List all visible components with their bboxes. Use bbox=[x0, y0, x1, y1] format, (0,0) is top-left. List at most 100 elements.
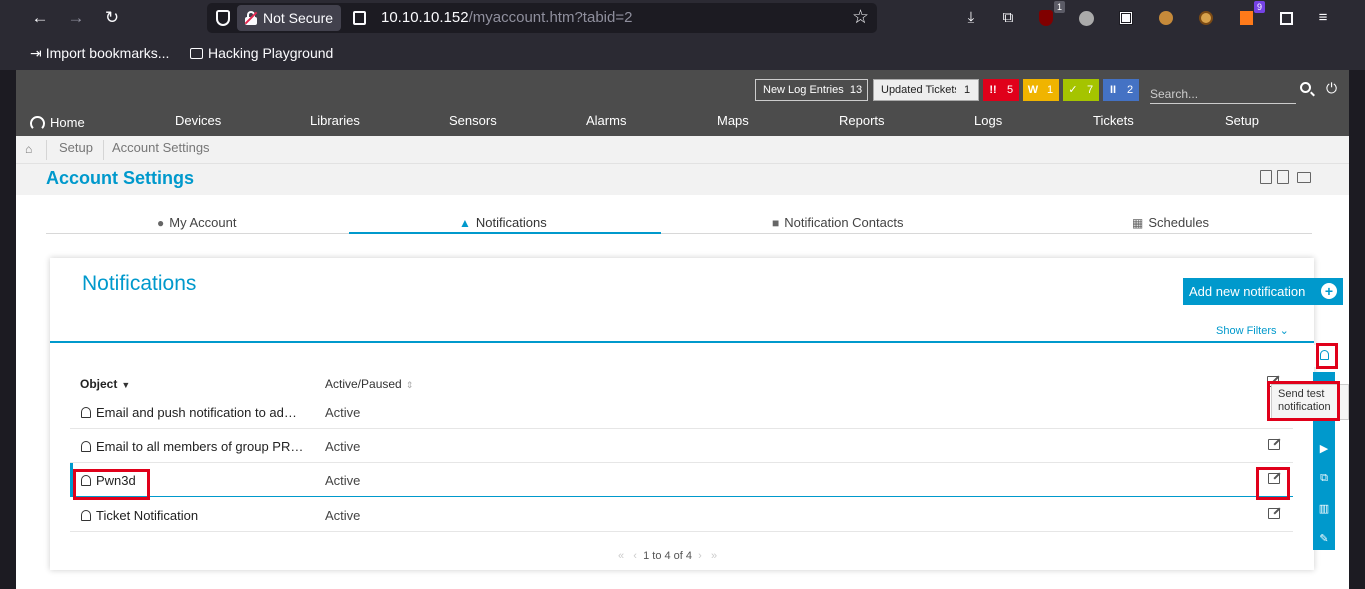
play-icon[interactable]: ▶ bbox=[1313, 442, 1335, 455]
menu-home[interactable]: Home bbox=[50, 115, 85, 130]
last-page-icon[interactable]: » bbox=[711, 550, 717, 562]
breadcrumb-setup[interactable]: Setup bbox=[59, 140, 93, 155]
status-down-badge[interactable]: !! 5 bbox=[983, 79, 1019, 101]
email-icon[interactable] bbox=[1297, 172, 1311, 183]
table-row[interactable]: Ticket Notification Active bbox=[70, 498, 1293, 532]
hamburger-menu-icon[interactable]: ≡ bbox=[1312, 7, 1334, 29]
breadcrumb: ⌂ Setup Account Settings bbox=[16, 136, 1349, 164]
add-new-notification-button[interactable]: Add new notification + bbox=[1183, 278, 1343, 305]
breadcrumb-divider bbox=[46, 140, 47, 160]
bell-icon bbox=[81, 407, 91, 418]
pdf-export-icon[interactable] bbox=[1277, 170, 1289, 184]
logout-power-icon[interactable]: ⏻ bbox=[1326, 80, 1337, 97]
tab-schedules[interactable]: ▦ Schedules bbox=[1132, 215, 1209, 230]
page-title: Account Settings bbox=[46, 168, 195, 188]
notification-status: Active bbox=[325, 405, 361, 420]
browser-toolbar: ← → ↻ Not Secure 10.10.10.152/myaccount.… bbox=[0, 0, 1365, 70]
bookmark-star-icon[interactable]: ☆ bbox=[852, 6, 869, 29]
reload-icon[interactable]: ↻ bbox=[100, 6, 124, 30]
sort-desc-icon: ▼ bbox=[121, 380, 131, 390]
edit-icon[interactable] bbox=[1268, 508, 1280, 519]
notification-name-text: Ticket Notification bbox=[96, 508, 199, 523]
back-icon[interactable]: ← bbox=[28, 6, 52, 30]
url-text[interactable]: 10.10.10.152/myaccount.htm?tabid=2 bbox=[381, 9, 632, 26]
status-up-badge[interactable]: ✓ 7 bbox=[1063, 79, 1099, 101]
cookie-icon[interactable] bbox=[1155, 7, 1177, 29]
bookmark-hacking-playground[interactable]: Hacking Playground bbox=[190, 45, 333, 61]
not-secure-indicator[interactable]: Not Secure bbox=[237, 5, 342, 31]
notification-status: Active bbox=[325, 473, 361, 488]
search-icon[interactable] bbox=[1300, 82, 1311, 93]
menu-libraries[interactable]: Libraries bbox=[310, 113, 360, 128]
foxyproxy-badge: 9 bbox=[1253, 1, 1265, 13]
table-row[interactable]: Pwn3d Active bbox=[70, 463, 1293, 497]
qr-code-icon[interactable] bbox=[1115, 7, 1137, 29]
bookmark-folder-label: Hacking Playground bbox=[208, 45, 334, 61]
tab-schedules-label: Schedules bbox=[1148, 215, 1210, 230]
new-log-entries-button[interactable]: New Log Entries 13 bbox=[755, 79, 868, 101]
menu-sensors[interactable]: Sensors bbox=[449, 113, 497, 128]
status-up-count: 7 bbox=[1086, 84, 1094, 96]
extensions-icon[interactable]: ⧉ bbox=[997, 7, 1019, 29]
menu-maps[interactable]: Maps bbox=[717, 113, 749, 128]
table-row[interactable]: Email to all members of group PR… Active bbox=[70, 429, 1293, 463]
prev-page-icon[interactable]: ‹ bbox=[633, 550, 637, 562]
next-page-icon[interactable]: › bbox=[698, 550, 702, 562]
plus-icon: + bbox=[1321, 283, 1337, 299]
breadcrumb-account-settings: Account Settings bbox=[112, 140, 210, 155]
bell-icon bbox=[81, 441, 91, 452]
show-filters-link[interactable]: Show Filters ⌄ bbox=[1216, 324, 1289, 337]
pagination: « ‹ 1 to 4 of 4 › » bbox=[618, 550, 717, 562]
column-header-object[interactable]: Object ▼ bbox=[80, 377, 130, 391]
notification-status: Active bbox=[325, 508, 361, 523]
column-active-label: Active/Paused bbox=[325, 377, 402, 391]
down-icon: !! bbox=[989, 84, 997, 96]
first-page-icon[interactable]: « bbox=[618, 550, 624, 562]
annotation-pwn3d bbox=[73, 469, 150, 500]
ublock-badge: 1 bbox=[1053, 1, 1065, 13]
clone-icon[interactable]: ⧉ bbox=[1313, 472, 1335, 485]
url-bar[interactable]: Not Secure 10.10.10.152/myaccount.htm?ta… bbox=[207, 3, 877, 33]
status-paused-badge[interactable]: II 2 bbox=[1103, 79, 1139, 101]
status-warning-badge[interactable]: W 1 bbox=[1023, 79, 1059, 101]
shield-icon[interactable] bbox=[216, 10, 230, 26]
spy-extension-icon[interactable] bbox=[1075, 7, 1097, 29]
sort-icon: ⇕ bbox=[405, 380, 414, 390]
status-down-count: 5 bbox=[1006, 84, 1014, 96]
column-object-label: Object bbox=[80, 377, 118, 391]
menu-tickets[interactable]: Tickets bbox=[1093, 113, 1134, 128]
column-header-active-paused[interactable]: Active/Paused ⇕ bbox=[325, 377, 413, 391]
tab-notification-contacts[interactable]: ■ Notification Contacts bbox=[772, 215, 903, 230]
menu-reports[interactable]: Reports bbox=[839, 113, 885, 128]
container-icon[interactable] bbox=[1275, 7, 1297, 29]
folder-icon bbox=[190, 48, 203, 59]
search-input[interactable] bbox=[1150, 84, 1296, 104]
breadcrumb-home-icon[interactable]: ⌂ bbox=[25, 142, 32, 156]
edit-icon[interactable] bbox=[1268, 439, 1280, 450]
table-row[interactable]: Email and push notification to ad… Activ… bbox=[70, 395, 1293, 429]
active-tab-indicator bbox=[349, 232, 661, 234]
wrench-icon[interactable]: ✎ bbox=[1313, 532, 1335, 545]
updated-tickets-count: 1 bbox=[956, 80, 978, 100]
ublock-icon[interactable]: 1 bbox=[1035, 1, 1065, 29]
calendar-icon: ▦ bbox=[1132, 216, 1144, 230]
foxyproxy-icon[interactable]: 9 bbox=[1235, 1, 1265, 29]
notification-name-text: Email to all members of group PR… bbox=[96, 439, 304, 454]
card-divider bbox=[50, 341, 1314, 343]
menu-setup[interactable]: Setup bbox=[1225, 113, 1259, 128]
copy-page-icon[interactable] bbox=[1260, 170, 1272, 184]
tab-my-account-label: My Account bbox=[169, 215, 237, 230]
menu-devices[interactable]: Devices bbox=[175, 113, 221, 128]
menu-alarms[interactable]: Alarms bbox=[586, 113, 626, 128]
insecure-lock-icon bbox=[244, 11, 258, 25]
cookie-editor-icon[interactable] bbox=[1195, 7, 1217, 29]
bookmark-import[interactable]: ⇥ Import bookmarks... bbox=[30, 45, 169, 62]
updated-tickets-button[interactable]: Updated Tickets 1 bbox=[873, 79, 979, 101]
trash-icon[interactable]: ▥ bbox=[1313, 502, 1335, 515]
tab-notifications[interactable]: ▲ Notifications bbox=[459, 215, 547, 230]
log-entries-count: 13 bbox=[845, 80, 867, 100]
menu-logs[interactable]: Logs bbox=[974, 113, 1002, 128]
tab-my-account[interactable]: ● My Account bbox=[157, 215, 236, 230]
forward-icon[interactable]: → bbox=[64, 6, 88, 30]
download-icon[interactable]: ⤓ bbox=[960, 7, 982, 29]
